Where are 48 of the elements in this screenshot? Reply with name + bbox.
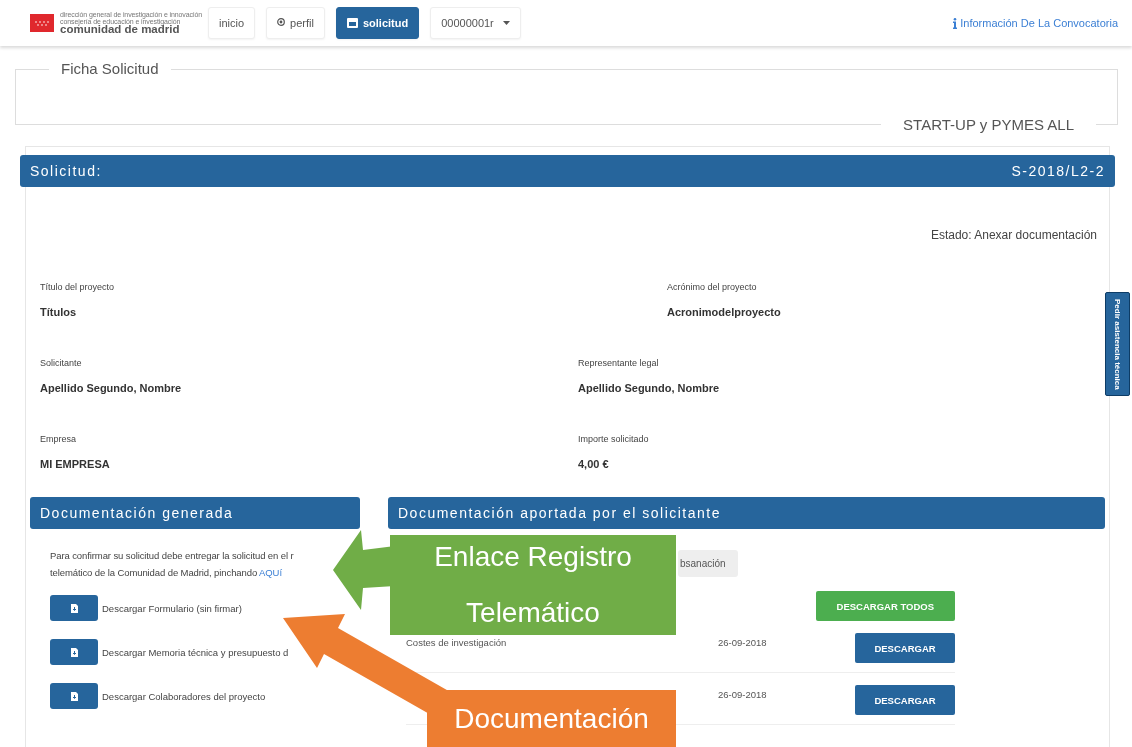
document-name: Costes de investigación (406, 637, 508, 650)
nav-tab[interactable]: 00000001r (430, 7, 521, 39)
application-code: S-2018/L2-2 (1011, 163, 1105, 179)
status-text: Estado: Anexar documentación (930, 228, 1097, 242)
download-label: Descargar Colaboradores del proyecto (102, 690, 266, 702)
field-label: Acrónimo del proyecto (667, 282, 758, 292)
download-button[interactable] (50, 639, 98, 665)
help-tab[interactable]: Pedir asistencia técnica (1105, 292, 1130, 396)
logo-icon (30, 14, 54, 32)
subsanacion-button[interactable]: bsanación (678, 550, 738, 577)
program-name: START-UP y PYMES ALL (902, 115, 1075, 133)
nav-tab[interactable]: perfil (266, 7, 325, 39)
caret-icon (502, 21, 510, 25)
callout-label: Enlace Registro Telemático (390, 535, 676, 635)
field-label: Importe solicitado (578, 434, 650, 444)
form-icon (346, 18, 358, 28)
here-link[interactable]: AQUí (259, 567, 282, 578)
info-icon (953, 17, 958, 29)
download-label: Descargar Memoria técnica y presupuesto d (102, 646, 289, 658)
field-label: Representante legal (578, 358, 660, 368)
nav-tab[interactable]: inicio (208, 7, 256, 39)
nav-tab[interactable]: solicitud (335, 7, 420, 39)
field-value: Títulos (40, 306, 78, 318)
callout-label: Documentación (427, 690, 676, 747)
user-icon (277, 18, 286, 28)
panel-header: Documentación generada (30, 497, 360, 529)
download-label: Descargar Formulario (sin firmar) (102, 602, 242, 614)
field-value: Apellido Segundo, Nombre (578, 382, 721, 394)
info-link[interactable]: Información De La Convocatoria (953, 17, 1118, 29)
download-button[interactable]: DESCARGAR (855, 633, 955, 663)
download-button[interactable] (50, 595, 98, 621)
field-value: Acronimodelproyecto (667, 306, 782, 318)
field-value: 4,00 € (578, 458, 610, 470)
header-title: Solicitud: (30, 163, 102, 179)
section-title: Ficha Solicitud (49, 60, 171, 77)
field-label: Empresa (40, 434, 77, 444)
file-icon (70, 603, 78, 613)
field-label: Título del proyecto (40, 282, 116, 292)
field-value: MI EMPRESA (40, 458, 111, 470)
field-label: Solicitante (40, 358, 83, 368)
document-date: 26-09-2018 (718, 689, 768, 702)
panel-header: Documentación aportada por el solicitante (388, 497, 1105, 529)
file-icon (70, 647, 78, 657)
field-value: Apellido Segundo, Nombre (40, 382, 183, 394)
document-date: 26-09-2018 (718, 637, 768, 650)
download-button[interactable] (50, 683, 98, 709)
file-icon (70, 691, 78, 701)
download-button[interactable]: DESCARGAR (855, 685, 955, 715)
